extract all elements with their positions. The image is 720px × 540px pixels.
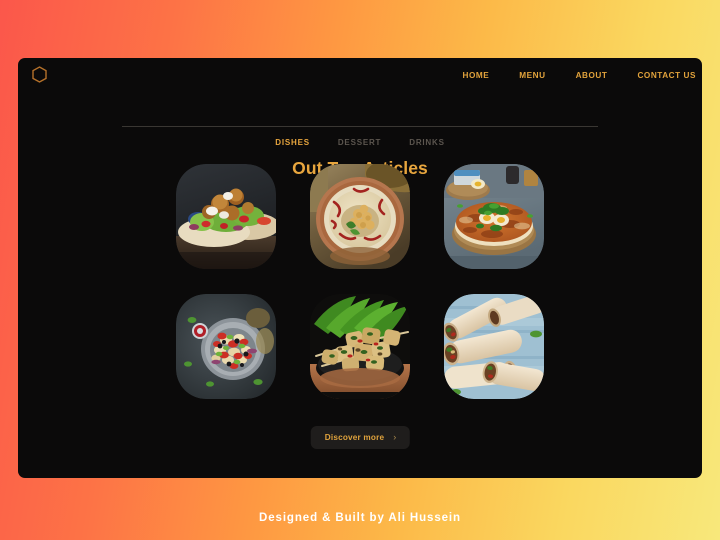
food-card-mediterranean-salad-bowl[interactable] (176, 294, 276, 399)
tab-drinks[interactable]: DRINKS (406, 136, 447, 149)
food-grid (18, 164, 702, 399)
nav-link-about[interactable]: ABOUT (576, 68, 608, 83)
food-photo (310, 294, 410, 399)
chevron-right-icon: › (393, 432, 397, 442)
food-card-shawarma-wraps[interactable] (444, 294, 544, 399)
nav-link-home[interactable]: HOME (463, 68, 490, 83)
food-photo (310, 164, 410, 269)
nav-link-menu[interactable]: MENU (519, 68, 545, 83)
title-divider (122, 126, 598, 127)
food-card-grilled-skewers-pan[interactable] (310, 294, 410, 399)
hexagon-outline-icon[interactable] (32, 66, 47, 83)
nav-link-contact-us[interactable]: CONTACT US (637, 68, 696, 83)
food-photo (176, 164, 276, 269)
site-header: HOME MENU ABOUT CONTACT US (18, 58, 702, 94)
food-photo (444, 164, 544, 269)
tab-dishes[interactable]: DISHES (272, 136, 313, 149)
footer-credit: Designed & Built by Ali Hussein (259, 512, 461, 524)
discover-more-button[interactable]: Discover more › (310, 426, 410, 449)
app-panel: HOME MENU ABOUT CONTACT US Out Top Artic… (18, 58, 702, 478)
food-card-hummus-bowl[interactable] (310, 164, 410, 269)
food-photo (444, 294, 544, 399)
main-nav: HOME MENU ABOUT CONTACT US (463, 68, 697, 83)
food-photo (176, 294, 276, 399)
food-card-falafel-wrap-salad[interactable] (176, 164, 276, 269)
discover-more-label: Discover more (324, 433, 385, 442)
tab-dessert[interactable]: DESSERT (335, 136, 384, 149)
food-card-lahmacun-flatbread[interactable] (444, 164, 544, 269)
category-tabs: DISHES DESSERT DRINKS (18, 136, 702, 149)
